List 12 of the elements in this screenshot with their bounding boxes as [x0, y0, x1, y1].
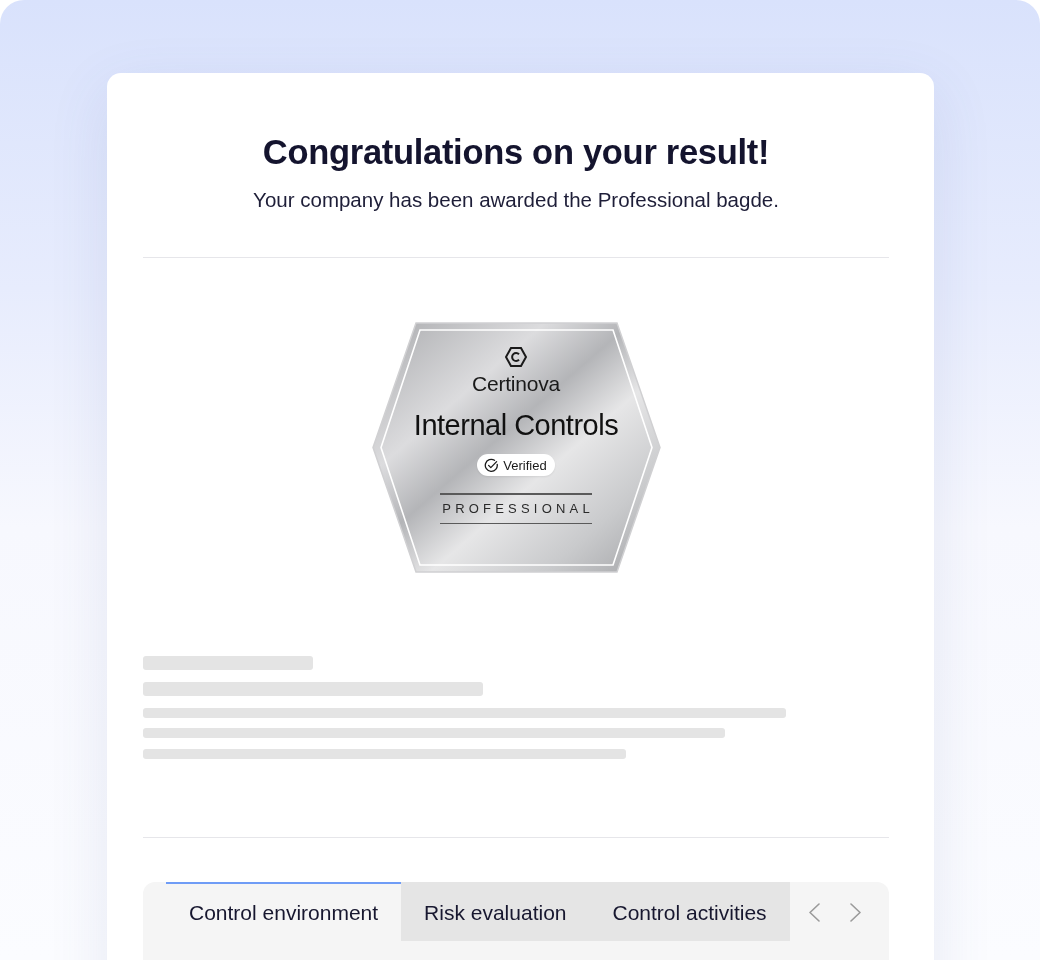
chevron-left-icon — [808, 903, 820, 922]
section-tab[interactable]: Risk evaluation — [401, 882, 590, 941]
chevron-right-icon — [849, 903, 861, 922]
section-tab[interactable]: Control activities — [589, 882, 790, 941]
tier-label: PROFESSIONAL — [442, 500, 594, 517]
brand-name: Certinova — [471, 372, 561, 396]
check-circle-icon — [484, 457, 500, 473]
hexagon-logo-icon — [505, 346, 527, 368]
badge-title: Internal Controls — [413, 408, 619, 442]
verified-text: Verified — [503, 457, 547, 473]
award-subtitle: Your company has been awarded the Professional bagde. — [252, 187, 780, 213]
congratulations-title: Congratulations on your result! — [261, 132, 771, 173]
